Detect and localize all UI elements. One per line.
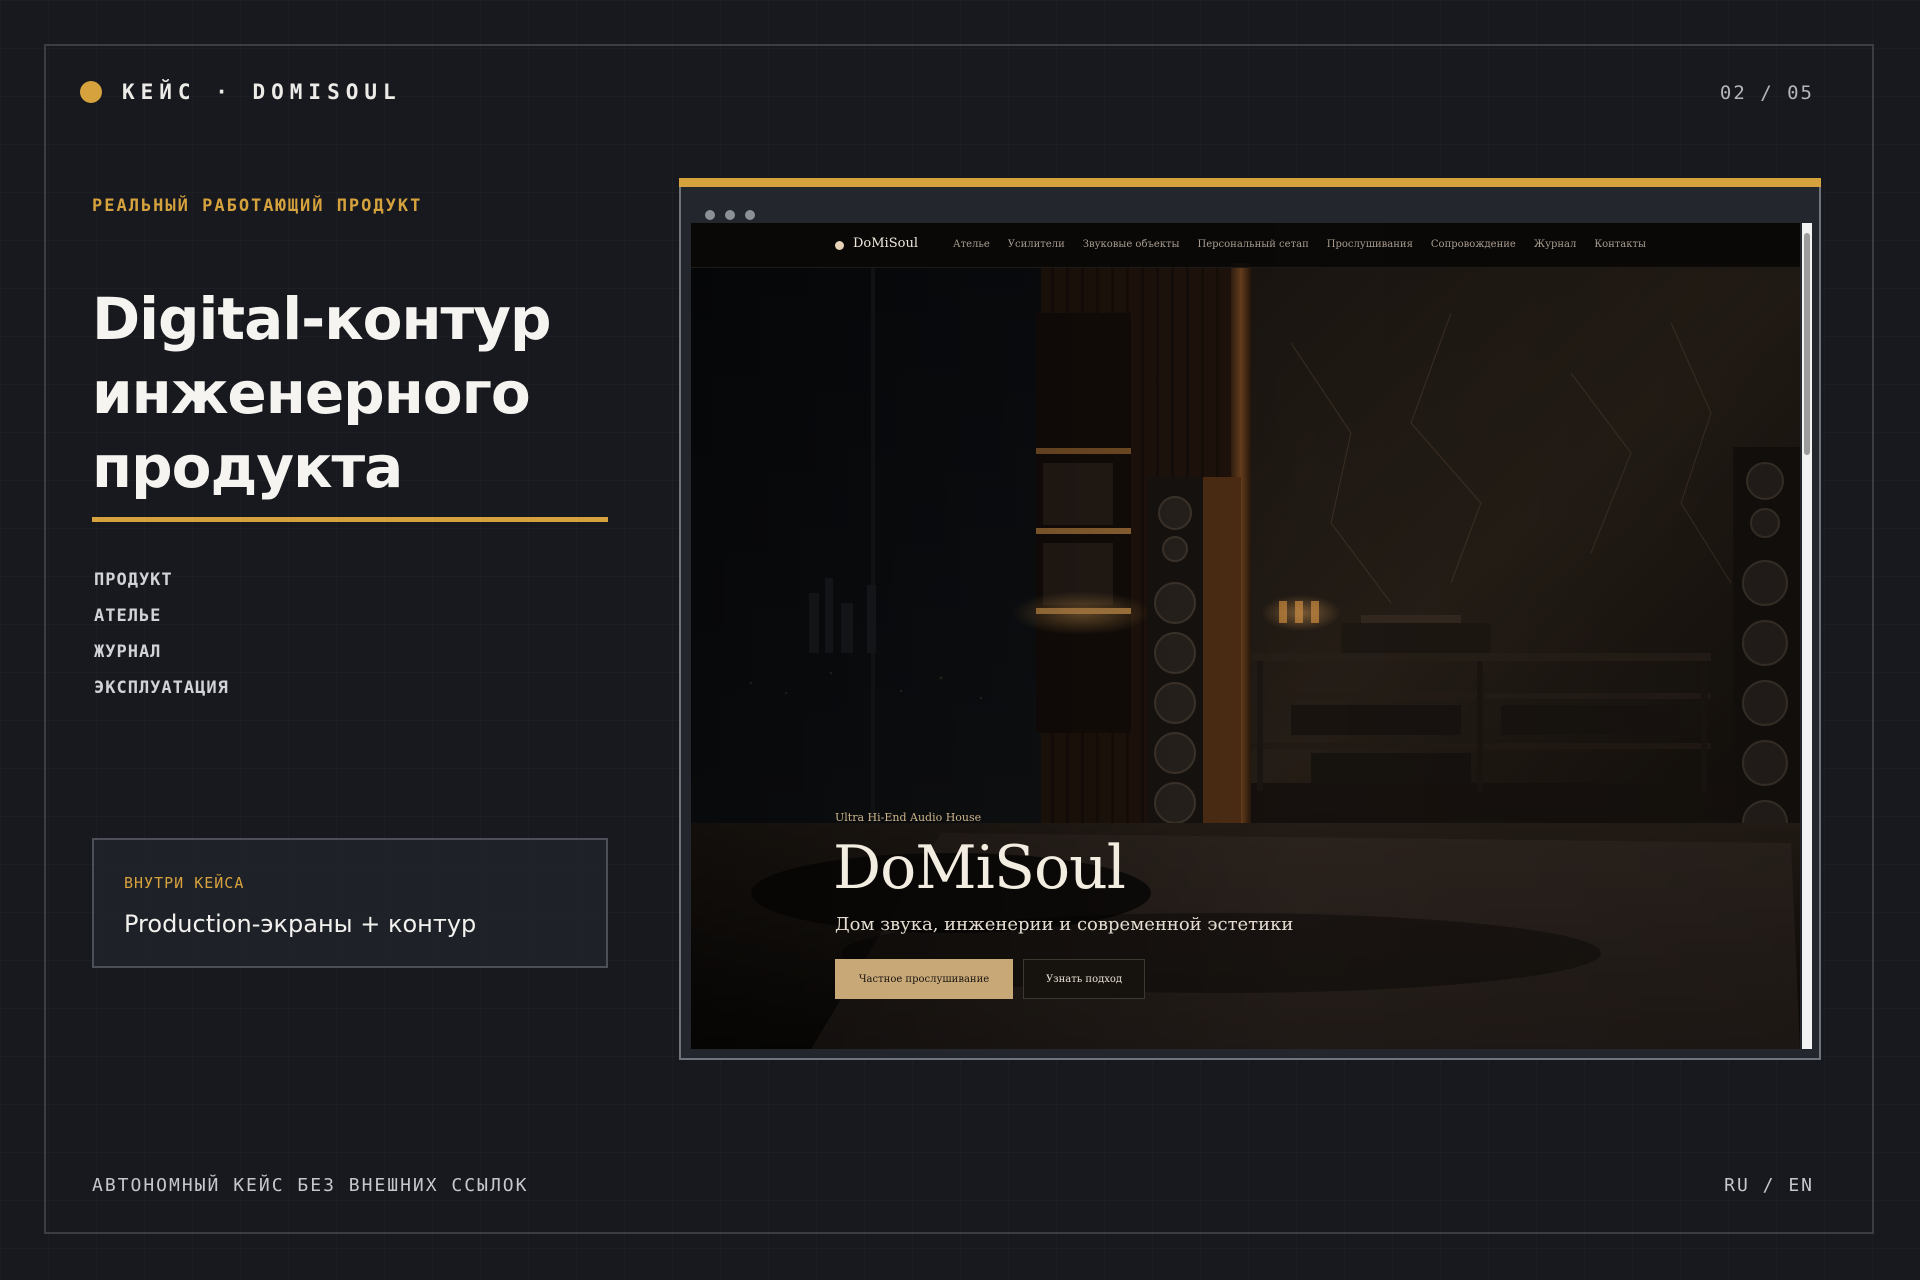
website-nav-link[interactable]: Прослушивания [1327, 239, 1413, 250]
inside-case-text: Production-экраны + контур [124, 910, 477, 938]
hero-subtitle: Дом звука, инженерии и современной эстет… [835, 914, 1294, 935]
website-navbar: DoMiSoul Ателье Усилители Звуковые объек… [691, 223, 1800, 268]
title-line-3: продукта [92, 433, 403, 501]
window-dot-icon [705, 210, 715, 220]
page-title: Digital-контур инженерного продукта [92, 282, 612, 504]
scrollbar-thumb[interactable] [1804, 233, 1810, 455]
website-nav-link[interactable]: Журнал [1534, 239, 1577, 250]
website-viewport: DoMiSoul Ателье Усилители Звуковые объек… [691, 223, 1800, 1049]
nav-item-operation[interactable]: ЭКСПЛУАТАЦИЯ [94, 676, 229, 712]
section-nav: ПРОДУКТ АТЕЛЬЕ ЖУРНАЛ ЭКСПЛУАТАЦИЯ [94, 568, 229, 712]
browser-mockup: DoMiSoul Ателье Усилители Звуковые объек… [679, 178, 1821, 1060]
section-eyebrow: РЕАЛЬНЫЙ РАБОТАЮЩИЙ ПРОДУКТ [92, 196, 423, 216]
website-nav-link[interactable]: Контакты [1594, 239, 1646, 250]
title-line-1: Digital-контур [92, 285, 551, 353]
inside-case-label: ВНУТРИ КЕЙСА [124, 874, 245, 892]
website-scrollbar[interactable] [1802, 223, 1812, 1049]
learn-approach-button[interactable]: Узнать подход [1023, 959, 1145, 999]
title-underline [92, 517, 608, 522]
website-nav-link[interactable]: Ателье [953, 239, 990, 250]
inside-case-card: ВНУТРИ КЕЙСА Production-экраны + контур [92, 838, 608, 968]
hero-title: DoMiSoul [833, 833, 1126, 903]
nav-item-journal[interactable]: ЖУРНАЛ [94, 640, 229, 676]
website-logo[interactable]: DoMiSoul [853, 236, 918, 251]
footer-note: АВТОНОМНЫЙ КЕЙС БЕЗ ВНЕШНИХ ССЫЛОК [92, 1175, 529, 1196]
language-switch[interactable]: RU / EN [1724, 1175, 1814, 1196]
title-line-2: инженерного [92, 359, 531, 427]
accent-dot [80, 81, 102, 103]
hero-content: Ultra Hi-End Audio House DoMiSoul Дом зв… [833, 811, 1293, 999]
website-nav-link[interactable]: Сопровождение [1431, 239, 1516, 250]
website-nav-link[interactable]: Звуковые объекты [1083, 239, 1180, 250]
private-listening-button[interactable]: Частное прослушивание [835, 959, 1013, 999]
website-nav-links: Ателье Усилители Звуковые объекты Персон… [953, 239, 1664, 250]
browser-chrome [681, 187, 1819, 223]
window-dot-icon [745, 210, 755, 220]
nav-item-product[interactable]: ПРОДУКТ [94, 568, 229, 604]
hero-eyebrow: Ultra Hi-End Audio House [835, 811, 982, 824]
window-dot-icon [725, 210, 735, 220]
website-nav-link[interactable]: Усилители [1008, 239, 1065, 250]
website-nav-link[interactable]: Персональный сетап [1198, 239, 1309, 250]
page-counter: 02 / 05 [1719, 82, 1814, 104]
browser-accent-bar [679, 178, 1821, 187]
logo-dot-icon [835, 241, 844, 250]
nav-item-atelier[interactable]: АТЕЛЬЕ [94, 604, 229, 640]
case-label: КЕЙС · DOMISOUL [122, 80, 402, 104]
case-header: КЕЙС · DOMISOUL [80, 80, 402, 104]
